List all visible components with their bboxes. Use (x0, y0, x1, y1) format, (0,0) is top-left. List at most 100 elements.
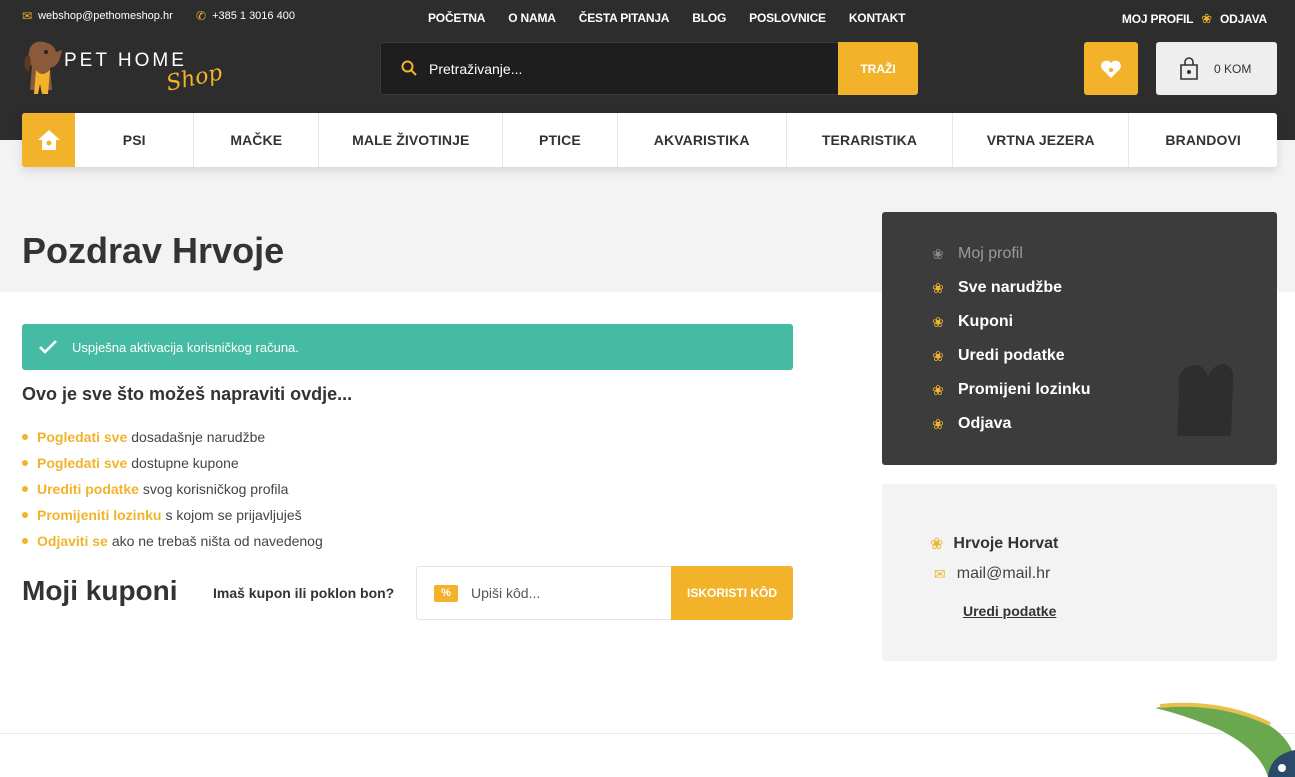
menu-item-orders[interactable]: ❀ Sve narudžbe (930, 271, 1090, 305)
heart-icon (1101, 60, 1121, 78)
coupon-input[interactable] (471, 567, 671, 619)
paw-icon: ❀ (932, 313, 944, 330)
user-name-row: ❀ Hrvoje Horvat (930, 534, 1058, 554)
coupon-form: % ISKORISTI KÔD (416, 566, 793, 620)
contact-phone[interactable]: ✆ +385 1 3016 400 (196, 10, 295, 22)
nav-brandovi[interactable]: BRANDOVI (1129, 113, 1277, 167)
footer-divider (0, 733, 1295, 734)
bullet (22, 460, 28, 466)
bullet (22, 538, 28, 544)
paw-icon: ❀ (1201, 11, 1212, 26)
mail-icon: ✉ (934, 565, 946, 582)
action-link-logout[interactable]: Odjaviti se (37, 533, 108, 549)
bullet (22, 512, 28, 518)
paw-icon: ❀ (932, 381, 944, 398)
menu-label: Odjava (958, 415, 1012, 432)
paw-icon: ❀ (932, 279, 944, 296)
paw-icon: ❀ (932, 245, 944, 262)
search-input[interactable] (429, 43, 829, 94)
user-email-row: ✉ mail@mail.hr (934, 565, 1050, 583)
menu-item-edit-data[interactable]: ❀ Uredi podatke (930, 339, 1090, 373)
contact-phone-text: +385 1 3016 400 (212, 10, 295, 22)
home-button[interactable] (22, 113, 76, 167)
action-link-coupons[interactable]: Pogledati sve (37, 455, 127, 471)
logo-text: PET HOME (64, 50, 187, 71)
mail-icon: ✉ (22, 9, 33, 23)
cart-count: 0 KOM (1214, 61, 1252, 76)
profile-menu: ❀ Moj profil ❀ Sve narudžbe ❀ Kuponi ❀ Uredi… (882, 212, 1277, 465)
logo[interactable]: PET HOME Shop (20, 36, 240, 106)
action-link-orders[interactable]: Pogledati sve (37, 429, 127, 445)
coupons-title: Moji kuponi (22, 575, 178, 606)
actions-list: Pogledati sve dosadašnje narudžbe Pogleda… (22, 424, 323, 554)
nav-macke[interactable]: MAČKE (194, 113, 320, 167)
check-icon (39, 340, 57, 354)
top-bar: ✉ webshop@pethomeshop.hr ✆ +385 1 3016 4… (0, 0, 1295, 36)
cart-button[interactable]: 0 KOM (1156, 42, 1277, 95)
bullet (22, 486, 28, 492)
top-nav-blog[interactable]: BLOG (692, 11, 726, 25)
action-text: dostupne kupone (131, 455, 239, 471)
account-links: MOJ PROFIL ❀ ODJAVA (1122, 11, 1267, 27)
edit-profile-link[interactable]: Uredi podatke (963, 603, 1056, 619)
paw-icon: ❀ (932, 415, 944, 432)
nav-psi[interactable]: PSI (75, 113, 195, 167)
menu-item-logout[interactable]: ❀ Odjava (930, 407, 1090, 441)
user-name: Hrvoje Horvat (953, 535, 1059, 552)
phone-icon: ✆ (196, 9, 207, 23)
top-nav: POČETNA O NAMA ČESTA PITANJA BLOG POSLOV… (428, 11, 905, 25)
action-text: s kojom se prijavljuješ (165, 507, 302, 523)
menu-item-coupons[interactable]: ❀ Kuponi (930, 305, 1090, 339)
list-item: Promijeniti lozinku s kojom se prijavljuj… (22, 502, 323, 528)
home-icon (37, 130, 60, 150)
menu-label: Moj profil (958, 245, 1023, 262)
page-title: Pozdrav Hrvoje (22, 230, 285, 271)
contact-email-text: webshop@pethomeshop.hr (38, 10, 173, 22)
top-nav-poslovnice[interactable]: POSLOVNICE (749, 11, 826, 25)
menu-item-change-password[interactable]: ❀ Promijeni lozinku (930, 373, 1090, 407)
parrot-decoration-icon (1155, 702, 1295, 777)
contact-email[interactable]: ✉ webshop@pethomeshop.hr (22, 10, 173, 22)
main-nav: PSI MAČKE MALE ŽIVOTINJE PTICE AKVARISTI… (22, 113, 1277, 167)
redeem-coupon-button[interactable]: ISKORISTI KÔD (671, 566, 793, 620)
action-text: dosadašnje narudžbe (131, 429, 266, 445)
bullet (22, 434, 28, 440)
action-link-edit[interactable]: Urediti podatke (37, 481, 139, 497)
list-item: Pogledati sve dosadašnje narudžbe (22, 424, 323, 450)
wishlist-button[interactable] (1084, 42, 1138, 95)
menu-item-profile[interactable]: ❀ Moj profil (930, 237, 1090, 271)
alert-text: Uspješna aktivacija korisničkog računa. (72, 339, 299, 355)
coupon-icon: % (434, 585, 458, 602)
list-item: Odjaviti se ako ne trebaš ništa od navede… (22, 528, 323, 554)
paw-outline-icon: ❀ (930, 536, 944, 553)
coupon-question: Imaš kupon ili poklon bon? (213, 585, 395, 601)
user-card: ❀ Hrvoje Horvat ✉ mail@mail.hr Uredi pod… (882, 484, 1277, 661)
nav-akvaristika[interactable]: AKVARISTIKA (618, 113, 787, 167)
actions-heading: Ovo je sve što možeš napraviti ovdje... (22, 384, 353, 404)
dog-logo-icon (24, 41, 62, 94)
search-icon (401, 60, 417, 76)
nav-male-zivotinje[interactable]: MALE ŽIVOTINJE (319, 113, 504, 167)
nav-ptice[interactable]: PTICE (503, 113, 618, 167)
top-nav-pocetna[interactable]: POČETNA (428, 11, 485, 25)
action-text: ako ne trebaš ništa od navedenog (111, 533, 323, 549)
nav-vrtna-jezera[interactable]: VRTNA JEZERA (953, 113, 1130, 167)
menu-label: Uredi podatke (958, 347, 1065, 364)
top-nav-cesta-pitanja[interactable]: ČESTA PITANJA (579, 11, 670, 25)
paw-icon: ❀ (932, 347, 944, 364)
action-link-password[interactable]: Promijeniti lozinku (37, 507, 161, 523)
search-button[interactable]: TRAŽI (838, 42, 918, 95)
pets-watermark-icon (1177, 364, 1234, 436)
nav-teraristika[interactable]: TERARISTIKA (787, 113, 954, 167)
list-item: Urediti podatke svog korisničkog profila (22, 476, 323, 502)
top-nav-kontakt[interactable]: KONTAKT (849, 11, 906, 25)
success-alert: Uspješna aktivacija korisničkog računa. (22, 324, 793, 370)
list-item: Pogledati sve dostupne kupone (22, 450, 323, 476)
menu-label: Sve narudžbe (958, 279, 1063, 296)
search-bar: TRAŽI (380, 42, 918, 95)
profile-link[interactable]: MOJ PROFIL (1122, 12, 1194, 26)
shopping-bag-icon (1180, 56, 1198, 80)
user-email: mail@mail.hr (956, 565, 1051, 582)
logout-link[interactable]: ODJAVA (1220, 12, 1267, 26)
top-nav-o-nama[interactable]: O NAMA (508, 11, 556, 25)
